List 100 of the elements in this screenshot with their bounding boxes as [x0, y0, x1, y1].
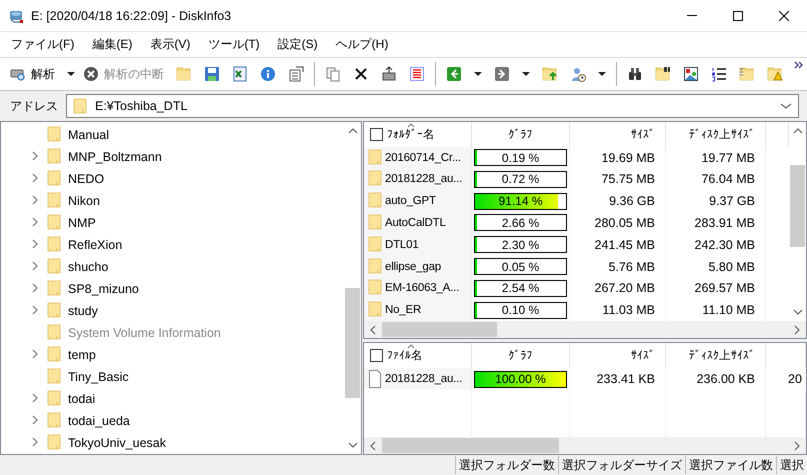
menu-item[interactable]: ツール(T): [199, 36, 269, 53]
tree-item[interactable]: System Volume Information: [68, 326, 221, 340]
scroll-left-icon[interactable]: [370, 440, 376, 450]
scrollbar-thumb[interactable]: [382, 438, 559, 453]
column-header[interactable]: ﾌｧｲﾙ名: [387, 348, 423, 363]
numbered-list-icon[interactable]: [711, 66, 727, 82]
status-text: 選択: [776, 456, 807, 474]
folder-warning-icon[interactable]: [767, 66, 783, 82]
analyze-button[interactable]: 解析: [8, 64, 57, 84]
user-clock-icon[interactable]: [570, 66, 586, 82]
menu-item[interactable]: ファイル(F): [2, 36, 84, 53]
tree-item[interactable]: MNP_Boltzmann: [68, 150, 162, 164]
folder-icon: [47, 236, 61, 254]
tree-item[interactable]: NEDO: [68, 172, 104, 186]
select-all-checkbox[interactable]: [370, 349, 383, 362]
scrollbar-thumb[interactable]: [345, 288, 360, 398]
size-cell: 241.45 MB: [594, 238, 655, 252]
more-icon[interactable]: [794, 61, 803, 69]
folder-icon: [47, 412, 61, 430]
size-cell: 236.00 KB: [696, 372, 755, 386]
tree-item[interactable]: TokyoUniv_uesak: [68, 436, 166, 450]
caret-icon[interactable]: [67, 72, 75, 76]
size-cell: 19.69 MB: [601, 150, 655, 165]
column-header[interactable]: ｸﾞﾗﾌ: [508, 128, 532, 141]
column-header[interactable]: ﾃﾞｨｽｸ上ｻｲｽﾞ: [689, 348, 755, 363]
tree-item[interactable]: RefleXion: [68, 238, 122, 252]
column-header[interactable]: ﾌｫﾙﾀﾞｰ名: [387, 126, 435, 142]
column-header[interactable]: ｻｲｽﾞ: [631, 128, 655, 141]
caret-icon[interactable]: [598, 72, 606, 76]
folder-name[interactable]: No_ER: [385, 304, 422, 316]
drive-export-icon[interactable]: [381, 66, 397, 82]
folder-icon: [368, 279, 382, 298]
address-field[interactable]: E:¥Toshiba_DTL: [66, 94, 799, 118]
folder-icon: [47, 346, 61, 364]
status-text: 選択フォルダーサイズ: [558, 456, 685, 474]
column-header[interactable]: ｻｲｽﾞ: [631, 349, 655, 362]
info-icon[interactable]: [260, 66, 276, 82]
tree-item[interactable]: SP8_mizuno: [68, 282, 139, 296]
column-header[interactable]: ｸﾞﾗﾌ: [508, 349, 532, 362]
folder-icon: [47, 324, 61, 342]
menu-item[interactable]: 編集(E): [83, 36, 142, 53]
percent-text: 100.00 %: [495, 372, 546, 386]
scroll-up-icon[interactable]: [348, 128, 358, 134]
tree-item[interactable]: todai_ueda: [68, 414, 130, 428]
percent-text: 2.54 %: [502, 281, 540, 296]
save-icon[interactable]: [204, 66, 220, 82]
tree-item[interactable]: shucho: [68, 260, 108, 274]
folder-up-icon[interactable]: [542, 66, 558, 82]
caret-icon[interactable]: [522, 72, 530, 76]
scroll-down-icon[interactable]: [792, 309, 802, 315]
scroll-right-icon[interactable]: [794, 440, 800, 450]
maximize-icon: [733, 10, 743, 20]
folder-icon: [368, 258, 382, 276]
list-icon[interactable]: [409, 66, 425, 82]
menu-item[interactable]: ヘルプ(H): [326, 36, 398, 53]
scroll-right-icon[interactable]: [794, 324, 800, 334]
scrollbar-thumb[interactable]: [382, 322, 497, 337]
folder-icon: [368, 148, 382, 167]
delete-icon[interactable]: [353, 66, 369, 82]
size-cell: 280.05 MB: [594, 216, 655, 230]
scroll-up-icon[interactable]: [792, 128, 802, 134]
dropdown-icon[interactable]: [780, 102, 792, 110]
tree-item[interactable]: temp: [68, 348, 96, 362]
forward-icon[interactable]: [494, 66, 510, 82]
folder-icon: [368, 192, 382, 210]
binoculars-icon[interactable]: [627, 66, 643, 82]
folder-icon: [47, 126, 61, 144]
size-cell: 9.36 GB: [609, 194, 655, 208]
size-cell: 5.76 MB: [608, 260, 655, 274]
tree-item[interactable]: Nikon: [68, 194, 100, 208]
tree-item[interactable]: todai: [68, 392, 96, 406]
back-icon[interactable]: [446, 66, 462, 82]
folder-name[interactable]: DTL01: [385, 238, 419, 251]
tree-item[interactable]: Tiny_Basic: [68, 370, 129, 384]
scrollbar-thumb[interactable]: [790, 165, 805, 247]
tree-item[interactable]: NMP: [68, 216, 96, 230]
properties-icon[interactable]: [288, 66, 304, 82]
menu-item[interactable]: 設定(S): [268, 36, 327, 53]
image-icon[interactable]: [683, 66, 699, 82]
scroll-left-icon[interactable]: [370, 324, 376, 334]
tree-item[interactable]: study: [68, 304, 98, 318]
size-cell: 19.77 MB: [701, 150, 755, 165]
percent-text: 0.05 %: [502, 260, 540, 274]
folder-list-icon[interactable]: [739, 66, 755, 82]
percent-text: 2.30 %: [502, 238, 540, 252]
select-all-checkbox[interactable]: [370, 128, 383, 141]
stop-icon: [83, 66, 99, 82]
scroll-down-icon[interactable]: [348, 442, 358, 448]
folder-icon: [368, 170, 382, 188]
folder-search-icon[interactable]: [655, 66, 671, 82]
menu-item[interactable]: 表示(V): [141, 36, 200, 53]
minimize-icon: [687, 15, 697, 16]
tree-item[interactable]: Manual: [68, 128, 109, 142]
address-label: アドレス: [10, 98, 58, 114]
copy-icon[interactable]: [325, 66, 341, 82]
spreadsheet-icon[interactable]: [232, 66, 248, 82]
caret-icon[interactable]: [474, 72, 482, 76]
folder-icon: [368, 236, 382, 254]
size-cell: 9.37 GB: [709, 194, 755, 208]
column-header[interactable]: ﾃﾞｨｽｸ上ｻｲｽﾞ: [689, 126, 755, 142]
